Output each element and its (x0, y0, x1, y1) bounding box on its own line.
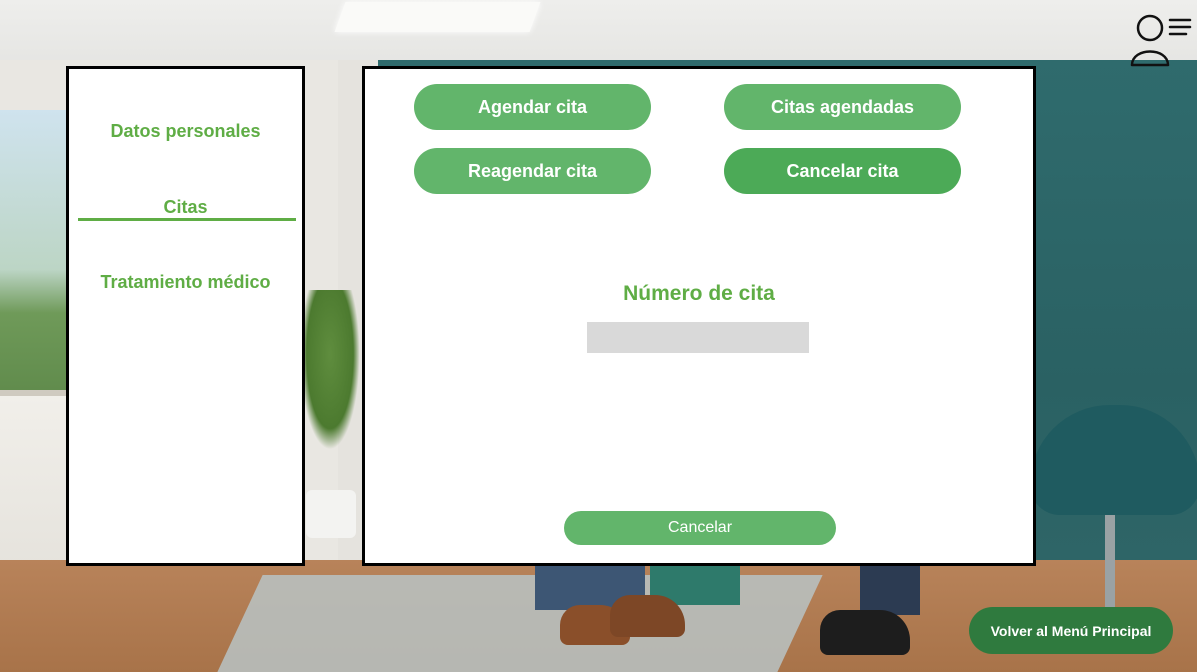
sidebar-item-citas[interactable]: Citas (69, 197, 302, 218)
numero-cita-input[interactable] (587, 322, 809, 353)
agendar-cita-button[interactable]: Agendar cita (414, 84, 651, 130)
back-to-main-menu-button[interactable]: Volver al Menú Principal (969, 607, 1173, 654)
cancelar-cita-button[interactable]: Cancelar cita (724, 148, 961, 194)
numero-cita-label: Número de cita (623, 282, 775, 305)
sidebar-panel: Datos personales Citas Tratamiento médic… (66, 66, 305, 566)
plant (300, 290, 360, 450)
ceiling-light (334, 2, 541, 32)
shoe (820, 610, 910, 655)
shoe (610, 595, 685, 637)
chair-stem (1105, 515, 1115, 615)
main-panel: Agendar cita Citas agendadas Reagendar c… (362, 66, 1036, 566)
sidebar-item-tratamiento-medico[interactable]: Tratamiento médico (69, 272, 302, 293)
person-legs (860, 560, 920, 615)
reagendar-cita-button[interactable]: Reagendar cita (414, 148, 651, 194)
cancel-button[interactable]: Cancelar (564, 511, 836, 545)
user-icon (1130, 14, 1192, 67)
window (0, 110, 70, 400)
user-menu-icon[interactable] (1128, 12, 1194, 68)
plant-pot (306, 490, 356, 538)
citas-agendadas-button[interactable]: Citas agendadas (724, 84, 961, 130)
active-tab-underline (78, 218, 296, 221)
sidebar-item-datos-personales[interactable]: Datos personales (69, 121, 302, 142)
